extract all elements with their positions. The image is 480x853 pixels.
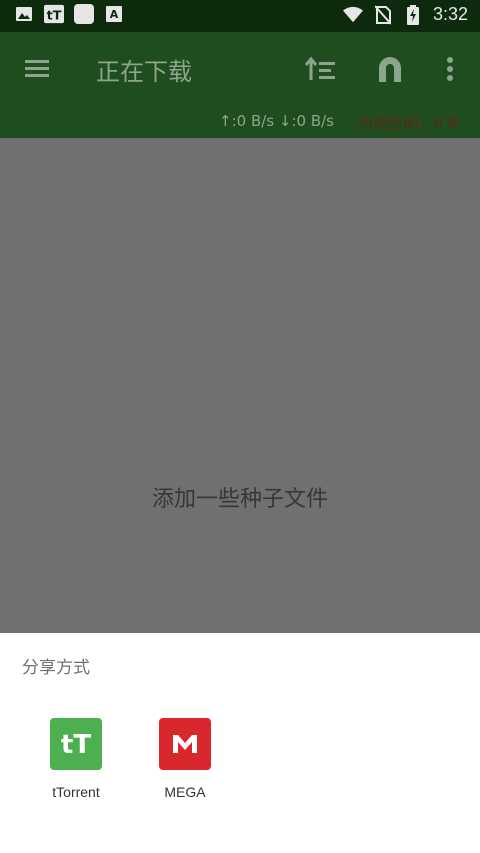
wifi-icon xyxy=(342,5,363,25)
share-target-ttorrent[interactable]: tT tTorrent xyxy=(21,718,131,800)
magnet-icon[interactable] xyxy=(375,54,405,84)
image-icon xyxy=(14,4,34,24)
share-sheet-title: 分享方式 xyxy=(22,658,90,678)
sort-icon[interactable] xyxy=(303,54,337,84)
transfer-speed: ↑:0 B/s ↓:0 B/s xyxy=(219,112,334,130)
font-app-icon: A xyxy=(104,4,124,24)
svg-text:tT: tT xyxy=(61,730,91,759)
mega-icon[interactable] xyxy=(159,718,211,770)
more-options-icon[interactable] xyxy=(440,54,460,84)
empty-message: 添加一些种子文件 xyxy=(151,487,328,512)
share-target-label: MEGA xyxy=(164,784,206,800)
ttorrent-icon[interactable]: tT xyxy=(50,718,102,770)
app-toolbar: 正在下载 xyxy=(0,32,480,106)
clock: 3:32 xyxy=(432,4,468,24)
system-icons: 3:32 xyxy=(342,4,468,25)
share-target-label: tTorrent xyxy=(52,784,100,800)
share-target-mega[interactable]: MEGA xyxy=(130,718,240,800)
svg-text:tT: tT xyxy=(47,7,62,22)
menu-icon[interactable] xyxy=(22,56,52,82)
notification-icons: tT A xyxy=(14,4,124,24)
free-space: 可用空间：0 B xyxy=(358,114,458,132)
battery-charging-icon xyxy=(403,4,423,25)
no-sim-icon xyxy=(373,4,393,25)
page-title: 正在下载 xyxy=(96,58,192,86)
svg-text:A: A xyxy=(110,8,119,21)
ttorrent-notification-icon: tT xyxy=(44,4,64,24)
white-square-icon xyxy=(74,4,94,24)
share-sheet: 分享方式 tT tTorrent MEGA xyxy=(0,633,480,853)
status-bar: tT A 3:32 xyxy=(0,0,480,32)
speed-bar: ↑:0 B/s ↓:0 B/s 可用空间：0 B xyxy=(0,106,480,138)
download-list-empty: 添加一些种子文件 xyxy=(0,138,480,633)
